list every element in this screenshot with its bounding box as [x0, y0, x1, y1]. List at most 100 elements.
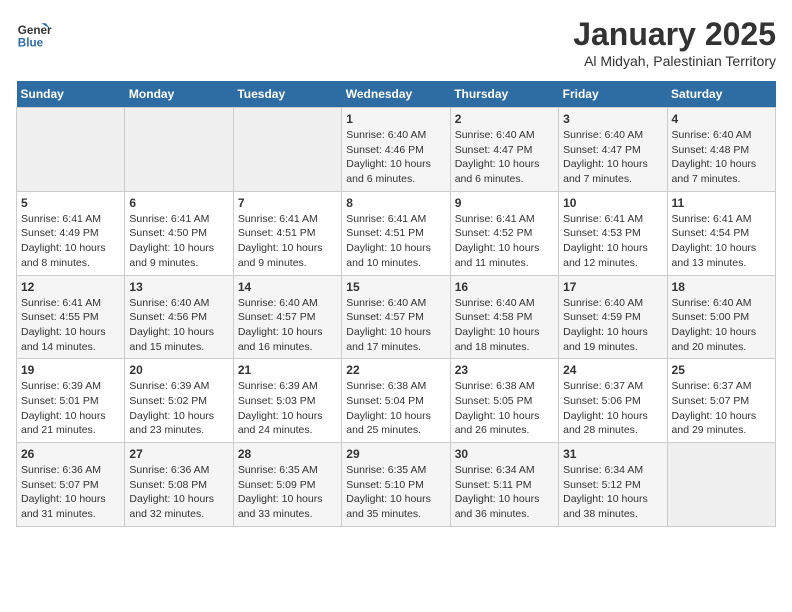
calendar-cell: 4 Sunrise: 6:40 AMSunset: 4:48 PMDaylight… [667, 108, 775, 192]
day-number: 31 [563, 447, 662, 461]
day-content: Sunrise: 6:36 AMSunset: 5:07 PMDaylight:… [21, 463, 120, 522]
day-header-saturday: Saturday [667, 81, 775, 108]
calendar-cell: 2Sunrise: 6:40 AMSunset: 4:47 PMDaylight… [450, 108, 558, 192]
day-number: 3 [563, 112, 662, 126]
day-number: 4 [672, 112, 771, 126]
calendar-cell: 7 Sunrise: 6:41 AMSunset: 4:51 PMDaylight… [233, 191, 341, 275]
day-number: 23 [455, 363, 554, 377]
calendar-cell: 15 Sunrise: 6:40 AMSunset: 4:57 PMDayligh… [342, 275, 450, 359]
day-number: 16 [455, 280, 554, 294]
day-header-thursday: Thursday [450, 81, 558, 108]
calendar-cell: 6 Sunrise: 6:41 AMSunset: 4:50 PMDaylight… [125, 191, 233, 275]
day-number: 19 [21, 363, 120, 377]
calendar-cell: 12Sunrise: 6:41 AMSunset: 4:55 PMDayligh… [17, 275, 125, 359]
calendar-cell: 8 Sunrise: 6:41 AMSunset: 4:51 PMDaylight… [342, 191, 450, 275]
calendar-cell: 21 Sunrise: 6:39 AMSunset: 5:03 PMDayligh… [233, 359, 341, 443]
day-content: Sunrise: 6:40 AMSunset: 4:56 PMDaylight:… [129, 296, 228, 355]
day-content: Sunrise: 6:34 AMSunset: 5:12 PMDaylight:… [563, 463, 662, 522]
calendar-week-row: 12Sunrise: 6:41 AMSunset: 4:55 PMDayligh… [17, 275, 776, 359]
day-content: Sunrise: 6:41 AMSunset: 4:52 PMDaylight:… [455, 212, 554, 271]
calendar-cell: 1 Sunrise: 6:40 AMSunset: 4:46 PMDaylight… [342, 108, 450, 192]
calendar-cell: 16 Sunrise: 6:40 AMSunset: 4:58 PMDayligh… [450, 275, 558, 359]
day-number: 5 [21, 196, 120, 210]
calendar-week-row: 5 Sunrise: 6:41 AMSunset: 4:49 PMDaylight… [17, 191, 776, 275]
calendar-cell: 19 Sunrise: 6:39 AMSunset: 5:01 PMDayligh… [17, 359, 125, 443]
calendar-cell: 26 Sunrise: 6:36 AMSunset: 5:07 PMDayligh… [17, 443, 125, 527]
day-content: Sunrise: 6:35 AMSunset: 5:10 PMDaylight:… [346, 463, 445, 522]
day-number: 10 [563, 196, 662, 210]
day-content: Sunrise: 6:39 AMSunset: 5:02 PMDaylight:… [129, 379, 228, 438]
calendar-cell: 22Sunrise: 6:38 AMSunset: 5:04 PMDayligh… [342, 359, 450, 443]
day-content: Sunrise: 6:37 AMSunset: 5:07 PMDaylight:… [672, 379, 771, 438]
logo: General Blue [16, 16, 52, 52]
calendar-subtitle: Al Midyah, Palestinian Territory [573, 53, 776, 69]
day-content: Sunrise: 6:41 AMSunset: 4:50 PMDaylight:… [129, 212, 228, 271]
calendar-cell: 10 Sunrise: 6:41 AMSunset: 4:53 PMDayligh… [559, 191, 667, 275]
day-header-friday: Friday [559, 81, 667, 108]
day-number: 30 [455, 447, 554, 461]
day-number: 21 [238, 363, 337, 377]
day-content: Sunrise: 6:40 AMSunset: 4:57 PMDaylight:… [238, 296, 337, 355]
day-content: Sunrise: 6:40 AMSunset: 4:57 PMDaylight:… [346, 296, 445, 355]
calendar-cell: 30 Sunrise: 6:34 AMSunset: 5:11 PMDayligh… [450, 443, 558, 527]
calendar-cell: 9 Sunrise: 6:41 AMSunset: 4:52 PMDaylight… [450, 191, 558, 275]
calendar-table: SundayMondayTuesdayWednesdayThursdayFrid… [16, 81, 776, 527]
day-header-tuesday: Tuesday [233, 81, 341, 108]
calendar-title: January 2025 [573, 16, 776, 53]
day-header-monday: Monday [125, 81, 233, 108]
day-content: Sunrise: 6:39 AMSunset: 5:01 PMDaylight:… [21, 379, 120, 438]
day-content: Sunrise: 6:40 AMSunset: 4:48 PMDaylight:… [672, 128, 771, 187]
day-content: Sunrise: 6:40 AMSunset: 4:46 PMDaylight:… [346, 128, 445, 187]
calendar-cell [125, 108, 233, 192]
calendar-cell: 13 Sunrise: 6:40 AMSunset: 4:56 PMDayligh… [125, 275, 233, 359]
day-number: 1 [346, 112, 445, 126]
calendar-cell: 17 Sunrise: 6:40 AMSunset: 4:59 PMDayligh… [559, 275, 667, 359]
day-content: Sunrise: 6:39 AMSunset: 5:03 PMDaylight:… [238, 379, 337, 438]
day-content: Sunrise: 6:34 AMSunset: 5:11 PMDaylight:… [455, 463, 554, 522]
day-number: 12 [21, 280, 120, 294]
day-number: 15 [346, 280, 445, 294]
calendar-cell: 25 Sunrise: 6:37 AMSunset: 5:07 PMDayligh… [667, 359, 775, 443]
day-content: Sunrise: 6:41 AMSunset: 4:51 PMDaylight:… [346, 212, 445, 271]
day-content: Sunrise: 6:38 AMSunset: 5:05 PMDaylight:… [455, 379, 554, 438]
day-content: Sunrise: 6:41 AMSunset: 4:51 PMDaylight:… [238, 212, 337, 271]
day-number: 26 [21, 447, 120, 461]
calendar-cell: 24Sunrise: 6:37 AMSunset: 5:06 PMDayligh… [559, 359, 667, 443]
day-content: Sunrise: 6:36 AMSunset: 5:08 PMDaylight:… [129, 463, 228, 522]
day-number: 20 [129, 363, 228, 377]
day-content: Sunrise: 6:41 AMSunset: 4:53 PMDaylight:… [563, 212, 662, 271]
calendar-cell: 27 Sunrise: 6:36 AMSunset: 5:08 PMDayligh… [125, 443, 233, 527]
days-header-row: SundayMondayTuesdayWednesdayThursdayFrid… [17, 81, 776, 108]
calendar-cell [233, 108, 341, 192]
day-content: Sunrise: 6:37 AMSunset: 5:06 PMDaylight:… [563, 379, 662, 438]
day-content: Sunrise: 6:38 AMSunset: 5:04 PMDaylight:… [346, 379, 445, 438]
day-number: 7 [238, 196, 337, 210]
day-number: 17 [563, 280, 662, 294]
calendar-cell: 5 Sunrise: 6:41 AMSunset: 4:49 PMDaylight… [17, 191, 125, 275]
day-number: 18 [672, 280, 771, 294]
calendar-cell: 31 Sunrise: 6:34 AMSunset: 5:12 PMDayligh… [559, 443, 667, 527]
calendar-cell: 20 Sunrise: 6:39 AMSunset: 5:02 PMDayligh… [125, 359, 233, 443]
calendar-cell: 29Sunrise: 6:35 AMSunset: 5:10 PMDayligh… [342, 443, 450, 527]
day-content: Sunrise: 6:40 AMSunset: 4:59 PMDaylight:… [563, 296, 662, 355]
day-number: 28 [238, 447, 337, 461]
day-content: Sunrise: 6:35 AMSunset: 5:09 PMDaylight:… [238, 463, 337, 522]
day-number: 27 [129, 447, 228, 461]
day-content: Sunrise: 6:41 AMSunset: 4:49 PMDaylight:… [21, 212, 120, 271]
calendar-cell [667, 443, 775, 527]
day-header-wednesday: Wednesday [342, 81, 450, 108]
day-content: Sunrise: 6:41 AMSunset: 4:54 PMDaylight:… [672, 212, 771, 271]
day-number: 8 [346, 196, 445, 210]
day-number: 6 [129, 196, 228, 210]
day-number: 13 [129, 280, 228, 294]
logo-icon: General Blue [16, 16, 52, 52]
day-number: 9 [455, 196, 554, 210]
calendar-cell: 28 Sunrise: 6:35 AMSunset: 5:09 PMDayligh… [233, 443, 341, 527]
calendar-cell [17, 108, 125, 192]
day-number: 11 [672, 196, 771, 210]
day-number: 25 [672, 363, 771, 377]
day-content: Sunrise: 6:40 AMSunset: 4:58 PMDaylight:… [455, 296, 554, 355]
calendar-cell: 3Sunrise: 6:40 AMSunset: 4:47 PMDaylight… [559, 108, 667, 192]
day-number: 2 [455, 112, 554, 126]
page-header: General Blue January 2025 Al Midyah, Pal… [16, 16, 776, 69]
